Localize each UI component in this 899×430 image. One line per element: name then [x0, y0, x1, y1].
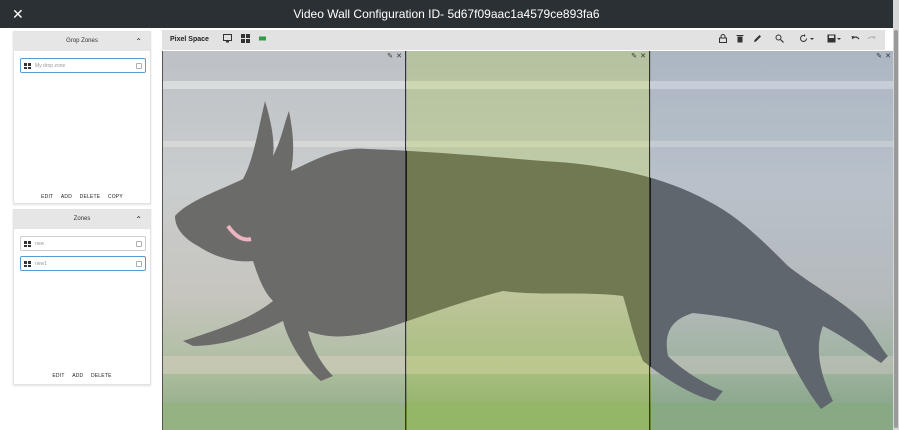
grid-icon — [24, 261, 31, 267]
video-wall-canvas[interactable]: ✎ ✕ ✎ ✕ ✎ ✕ — [162, 51, 893, 430]
group-zones-header[interactable]: Grop Zones ⌃ — [14, 32, 150, 51]
close-icon[interactable]: ✕ — [640, 53, 646, 61]
trash-icon[interactable] — [735, 34, 745, 46]
zones-title: Zones — [73, 216, 91, 222]
title-bar: ✕ Video Wall Configuration ID- 5d67f09aa… — [0, 0, 893, 28]
edit-icon[interactable] — [136, 63, 142, 69]
pencil-icon[interactable]: ✎ — [876, 53, 882, 61]
zone-label: new1 — [35, 261, 47, 267]
grid-icon — [24, 63, 31, 69]
display-2[interactable]: ✎ ✕ — [407, 51, 650, 430]
chevron-up-icon[interactable]: ⌃ — [135, 32, 142, 51]
zones-header[interactable]: Zones ⌃ — [14, 210, 150, 229]
display-active-icon[interactable] — [257, 34, 267, 46]
chevron-up-icon[interactable]: ⌃ — [135, 210, 142, 229]
lock-icon[interactable] — [718, 34, 728, 46]
pencil-icon[interactable] — [752, 34, 762, 46]
scrollbar-thumb[interactable] — [894, 30, 898, 428]
edit-icon[interactable] — [136, 261, 142, 267]
group-delete-button[interactable]: DELETE — [80, 194, 101, 200]
rotate-dropdown-icon[interactable] — [799, 34, 817, 46]
group-zone-label: My drop zone — [35, 63, 66, 69]
grid-icon[interactable] — [240, 34, 250, 46]
group-zones-panel: Grop Zones ⌃ My drop zone EDIT ADD DELET… — [13, 31, 151, 204]
zone-delete-button[interactable]: DELETE — [91, 373, 112, 379]
edit-icon[interactable] — [136, 241, 142, 247]
scrollbar[interactable] — [893, 0, 899, 430]
display-1[interactable]: ✎ ✕ — [163, 51, 406, 430]
monitor-icon[interactable] — [222, 34, 232, 46]
zoom-icon[interactable] — [774, 34, 784, 46]
pixel-space-title: Pixel Space — [170, 36, 209, 43]
pencil-icon[interactable]: ✎ — [631, 53, 637, 61]
zone-edit-button[interactable]: EDIT — [52, 373, 64, 379]
zone-label: new — [35, 241, 45, 247]
redo-icon[interactable] — [866, 34, 876, 46]
close-icon[interactable]: ✕ — [885, 53, 891, 61]
zone-item[interactable]: new1 — [20, 256, 146, 271]
grid-icon — [24, 241, 31, 247]
group-add-button[interactable]: ADD — [61, 194, 72, 200]
undo-icon[interactable] — [850, 34, 860, 46]
zone-item[interactable]: new — [20, 236, 146, 251]
group-zones-actions: EDIT ADD DELETE COPY — [14, 194, 150, 200]
group-edit-button[interactable]: EDIT — [41, 194, 53, 200]
group-zones-title: Grop Zones — [66, 38, 98, 44]
close-icon[interactable]: ✕ — [396, 53, 402, 61]
pencil-icon[interactable]: ✎ — [387, 53, 393, 61]
display-3[interactable]: ✎ ✕ — [651, 51, 893, 430]
canvas-toolbar: Pixel Space — [162, 30, 885, 50]
zone-add-button[interactable]: ADD — [72, 373, 83, 379]
group-copy-button[interactable]: COPY — [108, 194, 123, 200]
save-dropdown-icon[interactable] — [826, 34, 844, 46]
zones-panel: Zones ⌃ new new1 EDIT ADD DELETE — [13, 209, 151, 385]
window-title: Video Wall Configuration ID- 5d67f09aac1… — [293, 7, 600, 21]
zones-actions: EDIT ADD DELETE — [14, 373, 150, 379]
group-zone-item[interactable]: My drop zone — [20, 58, 146, 73]
